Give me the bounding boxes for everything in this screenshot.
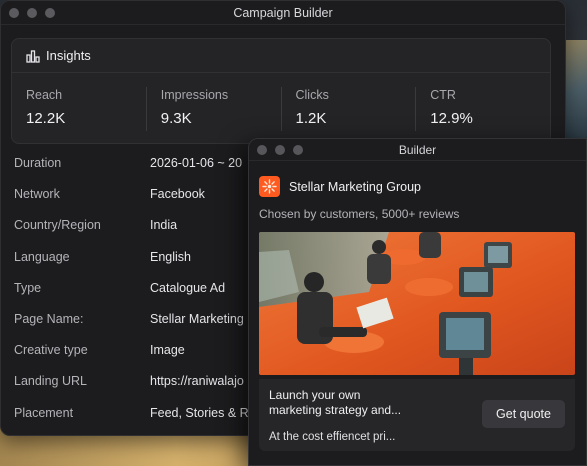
metric-label: Reach: [26, 88, 63, 102]
insights-header: Insights: [12, 39, 550, 73]
ad-creative-image: [259, 232, 575, 375]
detail-label: Type: [14, 280, 42, 295]
builder-window: Builder Stellar Marketing Group Chosen b…: [248, 138, 587, 466]
metric-value: 1.2K: [295, 110, 327, 127]
metric-value: 9.3K: [160, 110, 192, 127]
builder-titlebar[interactable]: Builder: [249, 139, 586, 161]
minimize-button[interactable]: [275, 144, 285, 155]
insights-title: Insights: [46, 48, 91, 63]
ad-text: Launch your own marketing strategy and..…: [269, 388, 469, 443]
window-titlebar[interactable]: Campaign Builder: [1, 1, 565, 25]
metric-value: 12.2K: [26, 110, 66, 127]
detail-value: Facebook: [150, 187, 205, 202]
metric-clicks: Clicks 1.2K: [282, 87, 417, 131]
detail-value: Image: [150, 343, 185, 358]
detail-value: Stellar Marketing: [150, 311, 244, 326]
window-controls: [1, 7, 55, 18]
detail-label: Page Name:: [14, 311, 84, 326]
starburst-logo-icon: [259, 176, 280, 197]
metric-impressions: Impressions 9.3K: [147, 87, 282, 131]
brand-name: Stellar Marketing Group: [289, 179, 422, 194]
detail-label: Duration: [14, 156, 62, 170]
detail-label: Network: [14, 187, 60, 202]
metric-ctr: CTR 12.9%: [416, 87, 550, 131]
detail-label: Landing URL: [14, 374, 87, 389]
insights-card: Insights Reach 12.2K Impressions 9.3K Cl…: [11, 38, 551, 144]
ad-brand-row: Stellar Marketing Group: [249, 161, 586, 197]
close-button[interactable]: [257, 144, 267, 155]
detail-label: Creative type: [14, 343, 88, 358]
detail-label: Country/Region: [14, 218, 101, 233]
detail-value: Feed, Stories & R: [150, 405, 249, 420]
metric-label: CTR: [430, 88, 456, 102]
builder-window-controls: [249, 144, 303, 155]
minimize-button[interactable]: [27, 7, 37, 18]
close-button[interactable]: [9, 7, 19, 18]
bar-chart-icon: [26, 49, 40, 63]
insights-metrics: Reach 12.2K Impressions 9.3K Clicks 1.2K…: [12, 73, 550, 145]
detail-label: Placement: [14, 405, 74, 420]
get-quote-button[interactable]: Get quote: [482, 400, 565, 428]
detail-value: India: [150, 218, 178, 233]
ad-tagline: Chosen by customers, 5000+ reviews: [259, 207, 460, 221]
detail-value: Catalogue Ad: [150, 280, 226, 295]
ad-subline: At the cost effiencet pri...: [269, 431, 396, 443]
ad-headline-line2: marketing strategy and...: [269, 403, 402, 417]
metric-label: Clicks: [295, 88, 329, 102]
detail-value: English: [150, 249, 191, 264]
ad-footer: Launch your own marketing strategy and..…: [259, 379, 575, 451]
detail-value: 2026-01-06 ~ 20: [150, 156, 243, 170]
metric-reach: Reach 12.2K: [12, 87, 147, 131]
metric-label: Impressions: [160, 88, 229, 102]
detail-label: Language: [14, 249, 70, 264]
maximize-button[interactable]: [293, 144, 303, 155]
metric-value: 12.9%: [430, 110, 473, 127]
window-title: Campaign Builder: [233, 5, 333, 20]
maximize-button[interactable]: [45, 7, 55, 18]
ad-headline-line1: Launch your own: [269, 388, 361, 402]
landing-url-link[interactable]: https://raniwalajo: [150, 374, 244, 388]
